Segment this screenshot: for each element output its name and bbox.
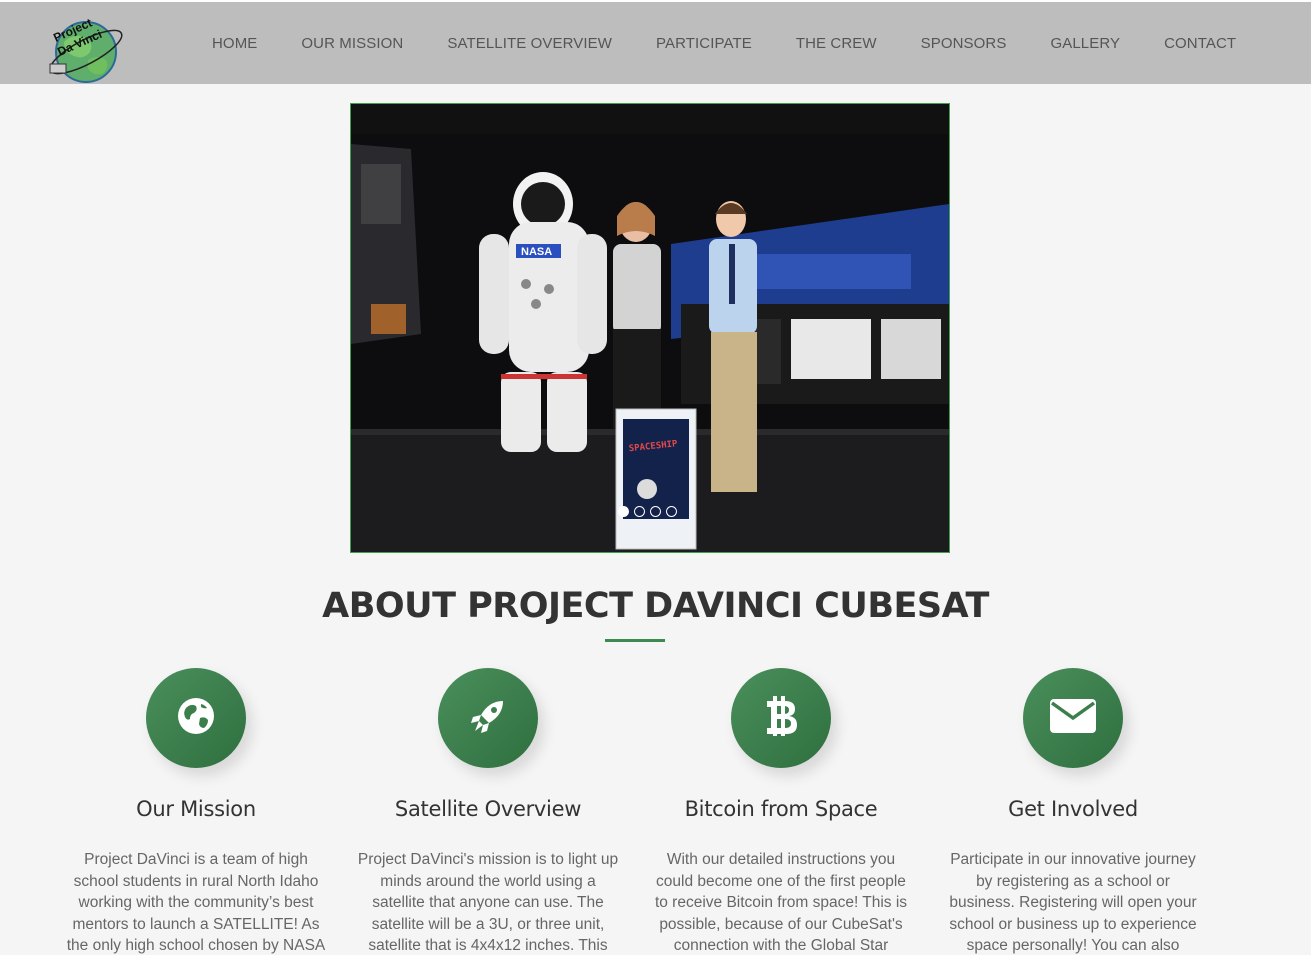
carousel-dot-3[interactable] xyxy=(650,506,661,517)
globe-icon xyxy=(176,696,216,741)
feature-text: Project DaVinci's mission is to light up… xyxy=(357,851,619,954)
about-section-title: ABOUT PROJECT DAVINCI CUBESAT xyxy=(322,586,989,626)
nav-gallery[interactable]: GALLERY xyxy=(1028,35,1142,52)
feature-title: Satellite Overview xyxy=(394,797,582,821)
nav-satellite-overview[interactable]: SATELLITE OVERVIEW xyxy=(425,35,634,52)
carousel-dot-1[interactable] xyxy=(618,506,629,517)
feature-our-mission: Our Mission Project DaVinci is a team of… xyxy=(61,668,331,955)
site-logo[interactable]: Project Da Vinci xyxy=(44,14,128,84)
feature-satellite-overview: Satellite Overview Project DaVinci's mis… xyxy=(353,668,623,955)
feature-title: Our Mission xyxy=(136,797,256,821)
feature-text: Participate in our innovative journey by… xyxy=(949,851,1197,954)
suit-badge-text: NASA xyxy=(521,246,552,258)
nav-our-mission[interactable]: OUR MISSION xyxy=(279,35,425,52)
image-carousel[interactable]: NASA SPACESHIP xyxy=(350,103,950,553)
feature-icon-circle[interactable] xyxy=(146,668,246,768)
rocket-icon xyxy=(467,695,509,742)
carousel-indicators xyxy=(618,506,677,517)
feature-title: Bitcoin from Space xyxy=(684,797,878,821)
feature-icon-circle[interactable] xyxy=(1023,668,1123,768)
nav-contact[interactable]: CONTACT xyxy=(1142,35,1258,52)
carousel-slide-image: NASA SPACESHIP xyxy=(351,104,949,552)
feature-icon-circle[interactable] xyxy=(731,668,831,768)
carousel-dot-4[interactable] xyxy=(666,506,677,517)
feature-text: Project DaVinci is a team of high school… xyxy=(66,851,326,954)
carousel-dot-2[interactable] xyxy=(634,506,645,517)
envelope-icon xyxy=(1050,698,1096,738)
main-nav: HOME OUR MISSION SATELLITE OVERVIEW PART… xyxy=(190,2,1258,84)
features-section: Our Mission Project DaVinci is a team of… xyxy=(0,668,1311,955)
feature-title: Get Involved xyxy=(1008,797,1138,821)
nav-sponsors[interactable]: SPONSORS xyxy=(899,35,1029,52)
feature-icon-circle[interactable] xyxy=(438,668,538,768)
feature-get-involved: Get Involved Participate in our innovati… xyxy=(938,668,1208,955)
title-underline xyxy=(605,639,665,642)
navbar: Project Da Vinci HOME OUR MISSION SATELL… xyxy=(0,2,1311,84)
nav-home[interactable]: HOME xyxy=(190,35,279,52)
feature-bitcoin-from-space: Bitcoin from Space With our detailed ins… xyxy=(646,668,916,955)
feature-text: With our detailed instructions you could… xyxy=(654,851,908,954)
nav-participate[interactable]: PARTICIPATE xyxy=(634,35,774,52)
nav-the-crew[interactable]: THE CREW xyxy=(774,35,899,52)
bitcoin-icon xyxy=(763,694,799,743)
